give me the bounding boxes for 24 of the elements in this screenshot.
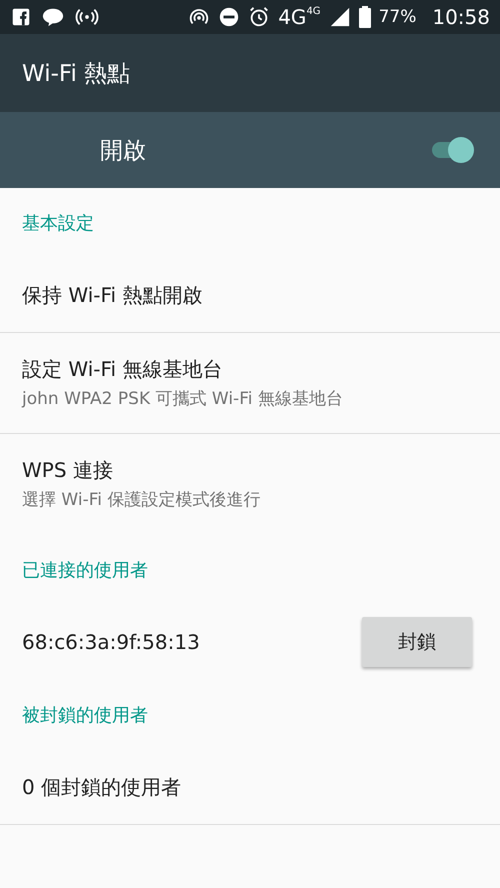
clock: 10:58 — [432, 7, 490, 27]
section-header: 被封鎖的使用者 — [22, 704, 148, 727]
chat-bubble-icon — [40, 6, 66, 28]
facebook-icon — [10, 6, 32, 28]
hotspot-icon — [74, 6, 100, 28]
section-header: 基本設定 — [22, 212, 94, 235]
alarm-icon — [248, 6, 270, 28]
battery-icon — [358, 6, 371, 28]
switch-label: 開啟 — [100, 136, 147, 166]
setting-title[interactable]: 保持 Wi-Fi 熱點開啟 — [22, 282, 472, 308]
section-header: 已連接的使用者 — [22, 559, 148, 582]
setting-title[interactable]: 設定 Wi-Fi 無線基地台 — [22, 356, 472, 383]
toolbar-title: Wi-Fi 熱點 — [22, 60, 130, 88]
setting-title[interactable]: 0 個封鎖的使用者 — [22, 774, 472, 800]
mac-address: 68:c6:3a:9f:58:13 — [22, 630, 201, 654]
setting-title[interactable]: WPS 連接 — [22, 457, 472, 484]
network-type: 4G — [278, 7, 306, 27]
do-not-disturb-icon — [218, 6, 240, 28]
network-small-label: 4G — [306, 7, 321, 17]
block-button[interactable]: 封鎖 — [362, 617, 472, 667]
signal-icon — [328, 6, 351, 28]
setting-summary: john WPA2 PSK 可攜式 Wi-Fi 無線基地台 — [22, 388, 344, 410]
battery-percent: 77% — [378, 8, 416, 26]
setting-summary: 選擇 Wi-Fi 保護設定模式後進行 — [22, 489, 262, 511]
